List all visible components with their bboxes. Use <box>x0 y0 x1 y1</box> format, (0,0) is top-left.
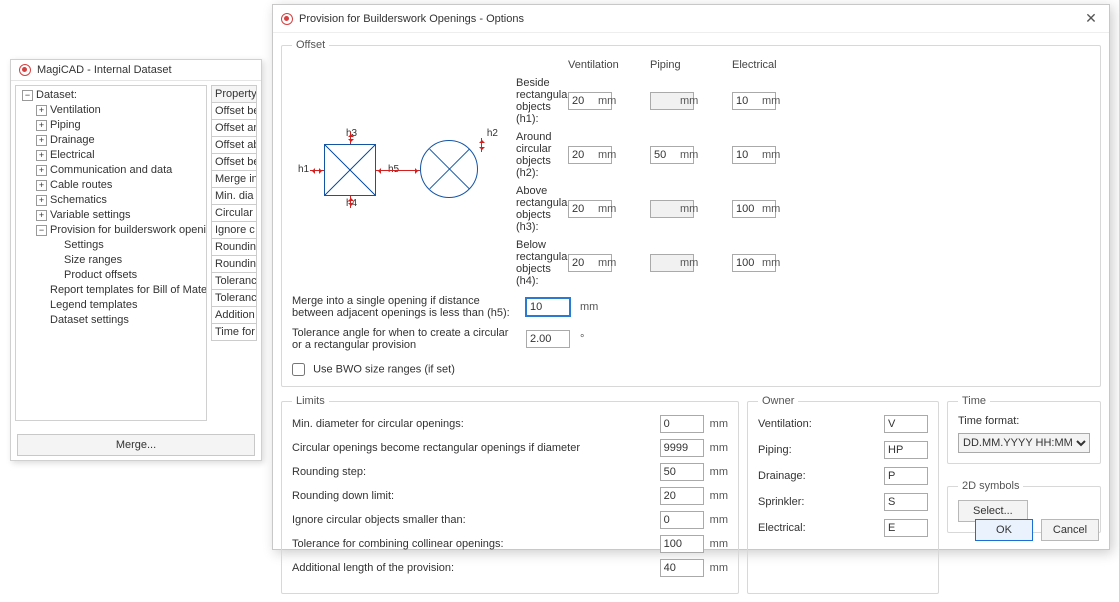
owner-legend: Owner <box>758 395 798 407</box>
tree-root[interactable]: −Dataset: +Ventilation +Piping +Drainage… <box>22 88 202 328</box>
dialog-titlebar: Provision for Builderswork Openings - Op… <box>273 5 1109 33</box>
time-legend: Time <box>958 395 990 407</box>
owner-group: Owner Ventilation: Piping: Drainage: Spr… <box>747 395 939 594</box>
tree-ventilation[interactable]: +Ventilation <box>36 103 202 118</box>
tree-bwo-sizes[interactable]: Size ranges <box>50 253 202 268</box>
use-bwo-label: Use BWO size ranges (if set) <box>313 363 455 375</box>
tree-drainage[interactable]: +Drainage <box>36 133 202 148</box>
tree-schematics[interactable]: +Schematics <box>36 193 202 208</box>
lbl-h4: Below rectangular objects (h4): <box>516 239 568 287</box>
lbl-h3: Above rectangular objects (h3): <box>516 185 568 233</box>
tree-dataset-settings[interactable]: Dataset settings <box>36 313 202 328</box>
options-dialog: Provision for Builderswork Openings - Op… <box>272 4 1110 550</box>
list-item[interactable]: Offset be <box>211 153 257 170</box>
merge-button[interactable]: Merge... <box>17 434 255 456</box>
list-item[interactable]: Min. dia <box>211 187 257 204</box>
tree-comm[interactable]: +Communication and data <box>36 163 202 178</box>
rounding-step[interactable] <box>660 463 704 481</box>
offset-group: Offset Ventilation Piping Electrical h1 … <box>281 39 1101 387</box>
main-window: MagiCAD - Internal Dataset −Dataset: +Ve… <box>10 59 262 461</box>
time-format-select[interactable]: DD.MM.YYYY HH:MM <box>958 433 1090 453</box>
limits-legend: Limits <box>292 395 329 407</box>
property-list: Property Offset be Offset ar Offset ab O… <box>211 85 257 421</box>
tree-bwo-settings[interactable]: Settings <box>50 238 202 253</box>
dialog-title: Provision for Builderswork Openings - Op… <box>299 13 524 25</box>
h5-merge[interactable] <box>526 298 570 316</box>
list-item[interactable]: Roundin <box>211 255 257 272</box>
lbl-h2: Around circular objects (h2): <box>516 131 568 179</box>
owner-sprinkler[interactable] <box>884 493 928 511</box>
tree-piping[interactable]: +Piping <box>36 118 202 133</box>
lbl-tolerance: Tolerance angle for when to create a cir… <box>292 327 516 351</box>
offset-diagram: h1 h2 h3 h4 h5 <box>292 128 502 218</box>
offset-legend: Offset <box>292 39 329 51</box>
app-icon <box>281 13 293 25</box>
list-item[interactable]: Ignore c <box>211 221 257 238</box>
owner-drain[interactable] <box>884 467 928 485</box>
tree-reports[interactable]: Report templates for Bill of Materials <box>36 283 202 298</box>
owner-pipe[interactable] <box>884 441 928 459</box>
tree-cable[interactable]: +Cable routes <box>36 178 202 193</box>
list-item[interactable]: Merge in <box>211 170 257 187</box>
list-item[interactable]: Addition <box>211 306 257 323</box>
close-button[interactable]: ✕ <box>1081 10 1101 27</box>
tolerance-angle[interactable] <box>526 330 570 348</box>
dataset-tree[interactable]: −Dataset: +Ventilation +Piping +Drainage… <box>15 85 207 421</box>
tree-variable[interactable]: +Variable settings <box>36 208 202 223</box>
list-item[interactable]: Circular <box>211 204 257 221</box>
min-diameter[interactable] <box>660 415 704 433</box>
list-item[interactable]: Offset ar <box>211 119 257 136</box>
owner-vent[interactable] <box>884 415 928 433</box>
lbl-h1: Beside rectangular objects (h1): <box>516 77 568 125</box>
main-title-text: MagiCAD - Internal Dataset <box>37 64 172 76</box>
col-electrical: Electrical <box>732 59 762 71</box>
time-label: Time format: <box>958 415 1090 427</box>
use-bwo-checkbox[interactable] <box>292 363 305 376</box>
list-item[interactable]: Time for <box>211 323 257 341</box>
col-piping: Piping <box>650 59 680 71</box>
limits-group: Limits Min. diameter for circular openin… <box>281 395 739 594</box>
col-ventilation: Ventilation <box>568 59 598 71</box>
owner-elec[interactable] <box>884 519 928 537</box>
time-group: Time Time format: DD.MM.YYYY HH:MM <box>947 395 1101 464</box>
tree-bwo[interactable]: −Provision for builderswork openings Set… <box>36 223 202 283</box>
symbols-legend: 2D symbols <box>958 480 1023 492</box>
tol-collinear[interactable] <box>660 535 704 553</box>
rounding-down[interactable] <box>660 487 704 505</box>
ok-button[interactable]: OK <box>975 519 1033 541</box>
tree-legend[interactable]: Legend templates <box>36 298 202 313</box>
list-item[interactable]: Toleranc <box>211 289 257 306</box>
app-icon <box>19 64 31 76</box>
tree-electrical[interactable]: +Electrical <box>36 148 202 163</box>
circ-to-rect[interactable] <box>660 439 704 457</box>
cancel-button[interactable]: Cancel <box>1041 519 1099 541</box>
list-item[interactable]: Offset ab <box>211 136 257 153</box>
list-item[interactable]: Roundin <box>211 238 257 255</box>
property-header: Property <box>211 85 257 102</box>
ignore-smaller[interactable] <box>660 511 704 529</box>
list-item[interactable]: Toleranc <box>211 272 257 289</box>
tree-bwo-offsets[interactable]: Product offsets <box>50 268 202 283</box>
main-titlebar: MagiCAD - Internal Dataset <box>11 60 261 81</box>
list-item[interactable]: Offset be <box>211 102 257 119</box>
lbl-h5: Merge into a single opening if distance … <box>292 295 516 319</box>
